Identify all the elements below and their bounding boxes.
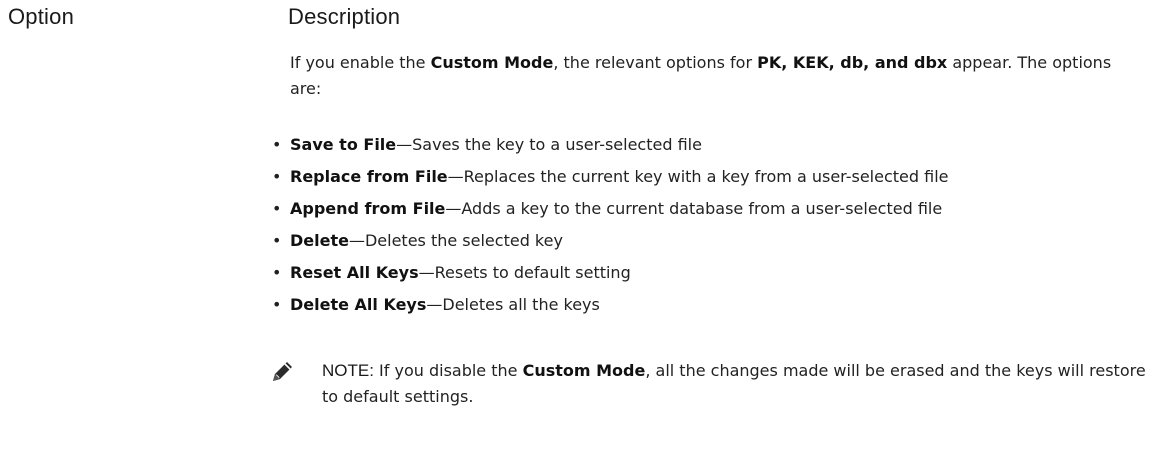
list-item: • Save to File—Saves the key to a user-se… — [270, 134, 1150, 156]
intro-text-2: , the relevant options for — [553, 53, 758, 72]
bullet-icon: • — [272, 199, 282, 218]
list-item: • Replace from File—Replaces the current … — [270, 166, 1150, 188]
description-column-header: Description — [288, 4, 401, 29]
option-column-header: Option — [8, 4, 75, 29]
option-name: Reset All Keys — [290, 263, 419, 282]
bullet-icon: • — [272, 295, 282, 314]
option-name: Replace from File — [290, 167, 448, 186]
option-name: Delete All Keys — [290, 295, 427, 314]
option-name: Delete — [290, 231, 349, 250]
note-block: NOTE: If you disable the Custom Mode, al… — [270, 358, 1150, 410]
list-item: • Delete All Keys—Deletes all the keys — [270, 294, 1150, 316]
option-description: —Deletes all the keys — [426, 295, 600, 314]
option-description: —Saves the key to a user-selected file — [396, 135, 702, 154]
note-label: NOTE: — [322, 361, 374, 380]
note-bold-custom-mode: Custom Mode — [522, 361, 646, 380]
intro-paragraph: If you enable the Custom Mode, the relev… — [290, 50, 1140, 102]
list-item: • Append from File—Adds a key to the curr… — [270, 198, 1150, 220]
list-item: • Reset All Keys—Resets to default settin… — [270, 262, 1150, 284]
option-description: —Resets to default setting — [418, 263, 631, 282]
bullet-icon: • — [272, 167, 282, 186]
bullet-icon: • — [272, 231, 282, 250]
option-name: Append from File — [290, 199, 446, 218]
option-description: —Replaces the current key with a key fro… — [447, 167, 949, 186]
pencil-note-icon — [271, 359, 295, 383]
options-list: • Save to File—Saves the key to a user-se… — [270, 134, 1150, 326]
note-text-1: If you disable the — [373, 361, 523, 380]
intro-bold-custom-mode: Custom Mode — [430, 53, 554, 72]
list-item: • Delete—Deletes the selected key — [270, 230, 1150, 252]
note-text: NOTE: If you disable the Custom Mode, al… — [322, 358, 1150, 410]
option-name: Save to File — [290, 135, 397, 154]
option-description: —Adds a key to the current database from… — [445, 199, 943, 218]
intro-text-1: If you enable the — [290, 53, 431, 72]
bullet-icon: • — [272, 135, 282, 154]
intro-bold-key-types: PK, KEK, db, and dbx — [757, 53, 948, 72]
bullet-icon: • — [272, 263, 282, 282]
option-description: —Deletes the selected key — [348, 231, 563, 250]
